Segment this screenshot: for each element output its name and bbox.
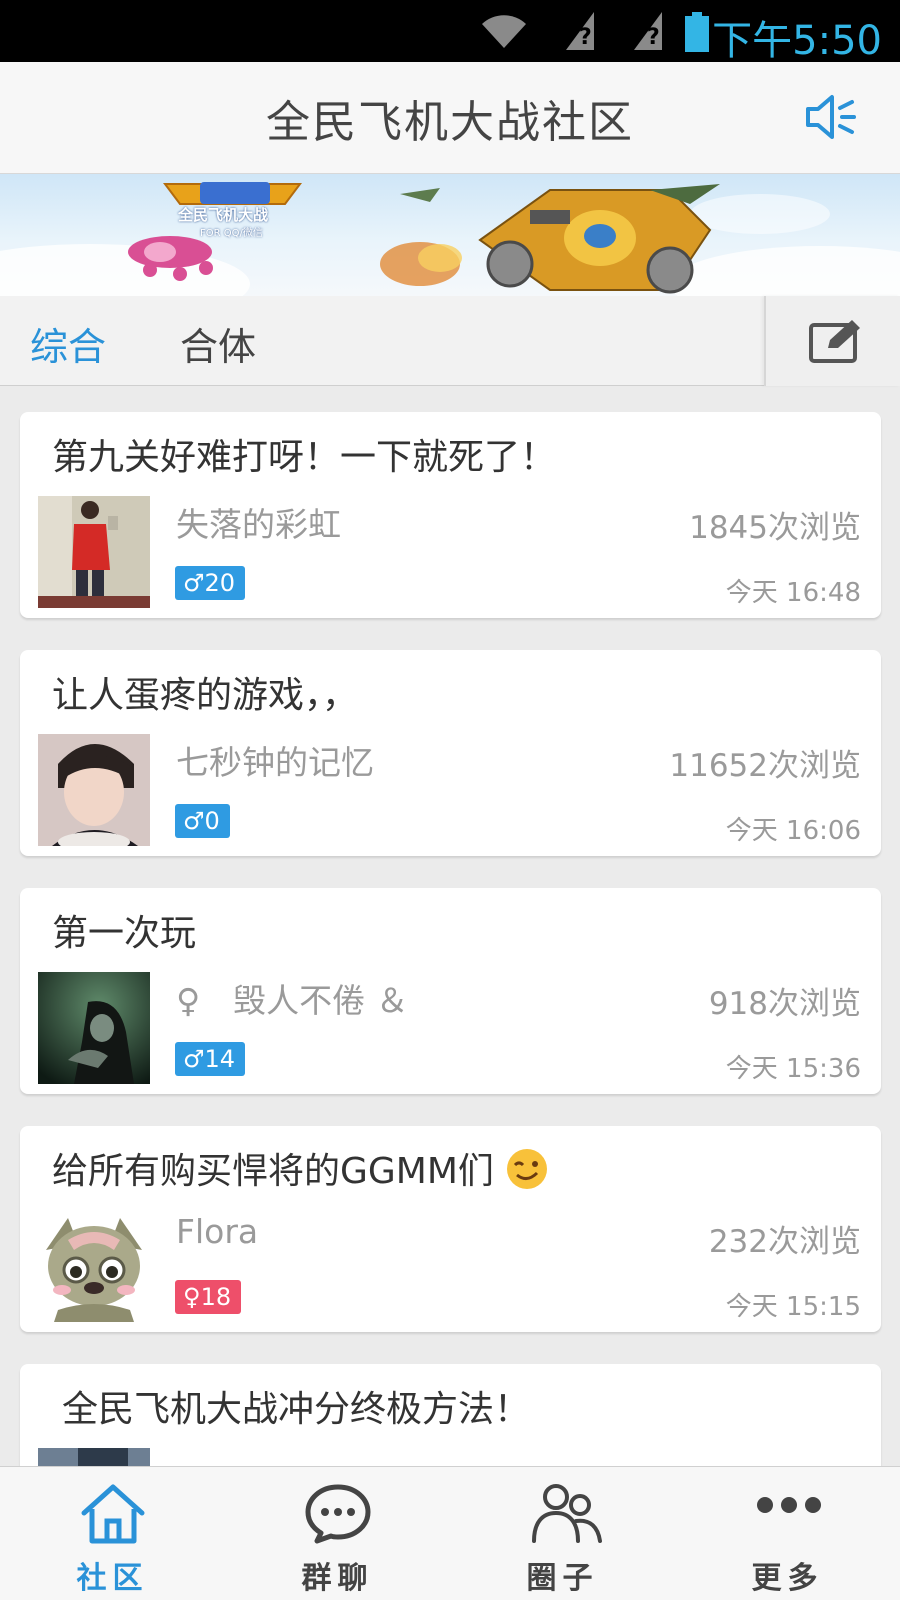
page-title: 全民飞机大战社区: [266, 97, 634, 148]
nav-item-circles[interactable]: 圈子: [450, 1467, 675, 1600]
avatar[interactable]: [38, 972, 150, 1084]
post-author: ♀ 毁人不倦 ＆: [176, 981, 409, 1020]
tab-general[interactable]: 综合: [30, 316, 106, 371]
post-list: 第九关好难打呀！一下就死了！ 失落的彩虹 1845次浏览 ♂20 今天 16:4…: [0, 386, 900, 1466]
gender-badge: ♂14: [175, 1042, 246, 1076]
wink-emoji-icon: [507, 1149, 548, 1189]
post-author: Flora: [176, 1212, 259, 1251]
status-time: 下午5:50: [712, 18, 882, 64]
post-card[interactable]: 第一次玩 ♀ 毁人不倦 ＆ 918次浏览 ♂14 今天 15:36: [20, 888, 881, 1094]
post-card[interactable]: 第九关好难打呀！一下就死了！ 失落的彩虹 1845次浏览 ♂20 今天 16:4…: [20, 412, 881, 618]
post-card[interactable]: 给所有购买悍将的GGMM们 Flora 232次浏览 ♀18 今天 15:15: [20, 1126, 881, 1332]
post-author: 七秒钟的记忆: [176, 743, 374, 782]
compose-button[interactable]: [764, 296, 900, 386]
nav-label-more: 更多: [751, 1561, 824, 1596]
svg-text:?: ?: [579, 25, 592, 50]
post-author: 失落的彩虹: [176, 505, 341, 544]
more-icon: [757, 1497, 821, 1513]
nav-item-community[interactable]: 社区: [0, 1467, 225, 1600]
banner-logo-text: 全民飞机大战: [178, 206, 269, 224]
post-card[interactable]: 全民飞机大战冲分终极方法！: [20, 1364, 881, 1466]
speaker-icon[interactable]: [804, 94, 856, 140]
edit-icon: [809, 320, 860, 363]
wifi-icon: [482, 15, 526, 48]
post-views: 232次浏览: [708, 1224, 861, 1260]
gender-badge: ♂20: [175, 566, 246, 600]
post-views: 11652次浏览: [669, 748, 861, 784]
post-date: 今天 16:06: [725, 816, 861, 846]
female-symbol: ♀: [183, 1283, 201, 1311]
badge-count: 20: [204, 569, 236, 597]
category-tabbar: 综合 合体: [0, 296, 900, 386]
promo-banner[interactable]: 全民飞机大战 FOR QQ/微信: [0, 174, 900, 296]
post-date: 今天 15:15: [725, 1292, 861, 1322]
male-symbol: ♂: [183, 1045, 205, 1073]
male-symbol: ♂: [183, 569, 205, 597]
tab-combine[interactable]: 合体: [180, 316, 256, 371]
avatar[interactable]: [38, 734, 150, 846]
nav-label-group-chat: 群聊: [301, 1561, 374, 1596]
app-header: 全民飞机大战社区: [0, 62, 900, 174]
gender-badge: ♀18: [175, 1280, 242, 1314]
svg-text:?: ?: [647, 25, 660, 50]
nav-label-circles: 圈子: [526, 1561, 599, 1596]
post-views: 1845次浏览: [689, 510, 861, 546]
badge-count: 14: [204, 1045, 236, 1073]
post-title: 第一次玩: [52, 913, 197, 954]
male-symbol: ♂: [183, 807, 205, 835]
nav-item-group-chat[interactable]: 群聊: [225, 1467, 450, 1600]
signal-icon: ?: [566, 12, 594, 50]
post-views: 918次浏览: [708, 986, 861, 1022]
post-title: 给所有购买悍将的GGMM们: [52, 1151, 494, 1192]
post-title-row: 给所有购买悍将的GGMM们: [52, 1142, 549, 1194]
post-title: 让人蛋疼的游戏，，: [52, 675, 359, 716]
post-title: 第九关好难打呀！一下就死了！: [52, 437, 557, 478]
badge-count: 18: [200, 1283, 232, 1311]
status-bar: ? ? 下午5:50: [0, 0, 900, 64]
nav-label-community: 社区: [76, 1561, 149, 1596]
signal-icon-2: ?: [634, 12, 662, 50]
avatar[interactable]: [38, 1448, 150, 1466]
gender-badge: ♂0: [175, 804, 230, 838]
chat-bubble-icon: [305, 1484, 371, 1544]
home-icon: [81, 1484, 145, 1544]
post-card[interactable]: 让人蛋疼的游戏，， 七秒钟的记忆 11652次浏览 ♂0 今天 16:06: [20, 650, 881, 856]
badge-count: 0: [204, 807, 220, 835]
post-date: 今天 15:36: [725, 1054, 861, 1084]
battery-icon: [685, 12, 709, 52]
post-title: 全民飞机大战冲分终极方法！: [62, 1389, 531, 1430]
group-icon: [532, 1484, 602, 1543]
bottom-nav: 社区 群聊 圈子 更多: [0, 1466, 900, 1600]
nav-item-more[interactable]: 更多: [675, 1467, 900, 1600]
avatar[interactable]: [38, 1210, 150, 1322]
post-date: 今天 16:48: [725, 578, 861, 608]
avatar[interactable]: [38, 496, 150, 608]
banner-sub-text: FOR QQ/微信: [200, 228, 263, 239]
